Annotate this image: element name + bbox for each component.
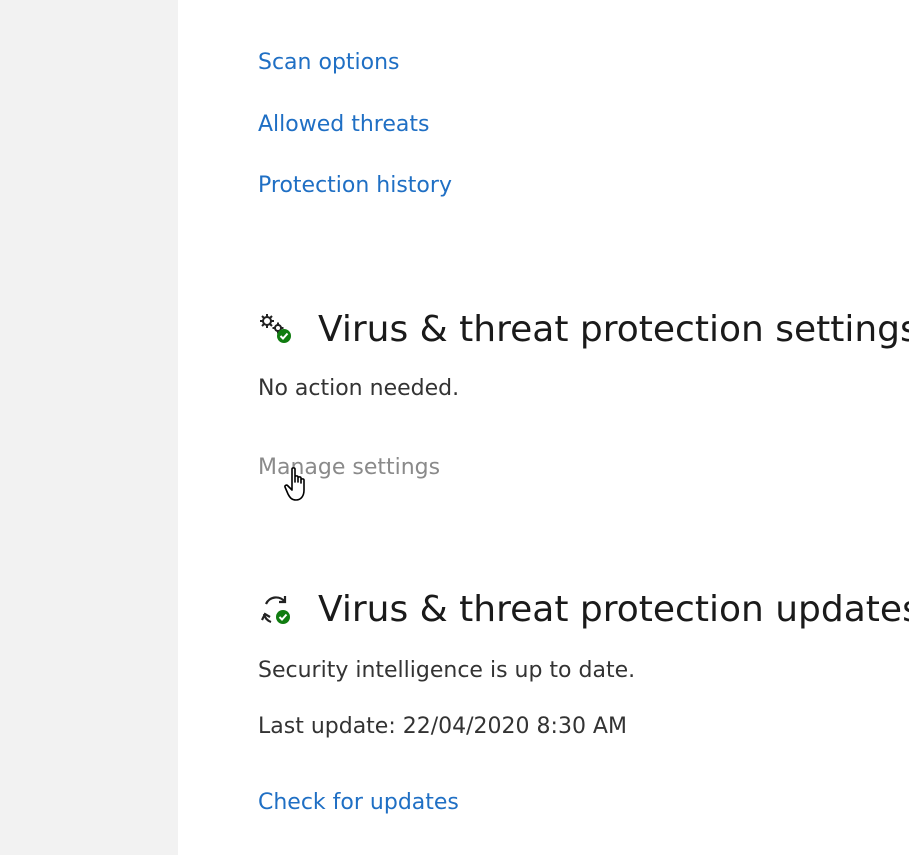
main-content: Scan options Allowed threats Protection … (258, 0, 909, 855)
left-navigation-panel (0, 0, 178, 855)
updates-section-heading: Virus & threat protection updates (258, 592, 909, 628)
settings-section-title: Virus & threat protection settings (318, 309, 909, 350)
settings-status-text: No action needed. (258, 376, 460, 401)
last-update-text: Last update: 22/04/2020 8:30 AM (258, 714, 627, 739)
updates-status-text: Security intelligence is up to date. (258, 658, 636, 683)
protection-history-link[interactable]: Protection history (258, 175, 452, 197)
settings-section-heading: Virus & threat protection settings (258, 312, 909, 348)
check-for-updates-link[interactable]: Check for updates (258, 792, 459, 814)
settings-gears-check-icon (258, 312, 294, 348)
updates-section-title: Virus & threat protection updates (318, 589, 909, 630)
hand-pointer-cursor-icon (284, 466, 314, 504)
scan-options-link[interactable]: Scan options (258, 52, 400, 74)
allowed-threats-link[interactable]: Allowed threats (258, 114, 429, 136)
refresh-check-icon (258, 592, 294, 628)
